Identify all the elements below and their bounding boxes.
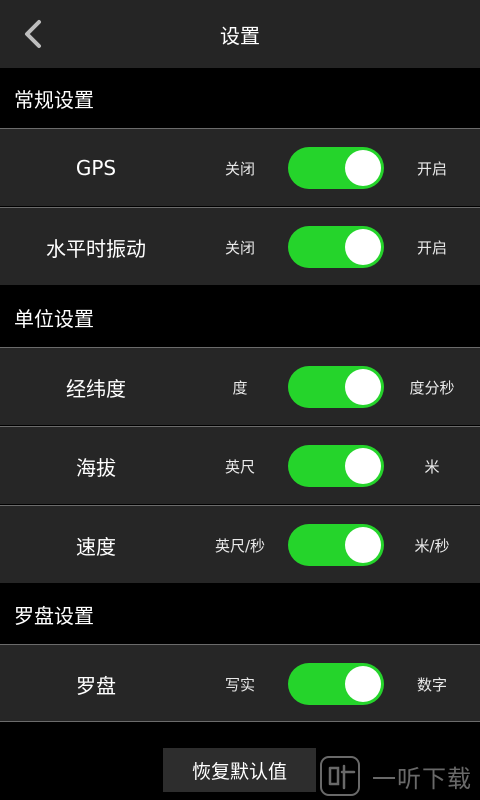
- reset-defaults-button[interactable]: 恢复默认值: [163, 748, 316, 792]
- watermark-text: 一听下载: [372, 764, 472, 793]
- option-left: 写实: [224, 675, 255, 694]
- row-label: 罗盘: [76, 673, 116, 698]
- option-on: 开启: [416, 159, 447, 178]
- row-label: 水平时振动: [46, 236, 146, 261]
- toggle-knob: [345, 369, 381, 405]
- toggle-knob: [345, 150, 381, 186]
- section-title: 罗盘设置: [14, 603, 94, 628]
- option-left: 英尺/秒: [214, 536, 266, 555]
- setting-row-gps: GPS 关闭 开启: [0, 128, 480, 206]
- toggle-knob: [345, 527, 381, 563]
- page-title: 设置: [220, 23, 260, 48]
- header-bar: 设置: [0, 0, 480, 68]
- section-title: 单位设置: [14, 306, 94, 331]
- option-right: 数字: [416, 675, 447, 694]
- section-title: 常规设置: [14, 87, 94, 112]
- altitude-toggle[interactable]: [288, 445, 384, 487]
- option-right: 度分秒: [409, 378, 455, 397]
- speed-toggle[interactable]: [288, 524, 384, 566]
- toggle-knob: [345, 229, 381, 265]
- option-right: 米: [424, 457, 440, 476]
- option-off: 关闭: [224, 238, 255, 257]
- section-units: 单位设置: [0, 287, 480, 347]
- setting-row-altitude: 海拔 英尺 米: [0, 426, 480, 504]
- option-left: 英尺: [224, 457, 255, 476]
- ting-logo-icon: [320, 756, 360, 796]
- back-button[interactable]: [12, 14, 52, 54]
- option-right: 米/秒: [414, 536, 450, 555]
- option-off: 关闭: [224, 159, 255, 178]
- setting-row-latlon: 经纬度 度 度分秒: [0, 347, 480, 425]
- toggle-knob: [345, 666, 381, 702]
- setting-row-vibration: 水平时振动 关闭 开启: [0, 207, 480, 285]
- toggle-knob: [345, 448, 381, 484]
- setting-row-speed: 速度 英尺/秒 米/秒: [0, 505, 480, 583]
- row-label: 海拔: [76, 455, 116, 480]
- option-on: 开启: [416, 238, 447, 257]
- section-general: 常规设置: [0, 68, 480, 128]
- section-compass: 罗盘设置: [0, 584, 480, 644]
- chevron-left-icon: [25, 20, 41, 48]
- row-label: 经纬度: [66, 376, 126, 401]
- vibration-toggle[interactable]: [288, 226, 384, 268]
- setting-row-compass: 罗盘 写实 数字: [0, 644, 480, 722]
- compass-toggle[interactable]: [288, 663, 384, 705]
- gps-toggle[interactable]: [288, 147, 384, 189]
- option-left: 度: [232, 378, 248, 397]
- row-label: 速度: [76, 534, 116, 559]
- watermark: 一听下载: [318, 752, 480, 800]
- row-label: GPS: [75, 156, 117, 180]
- latlon-toggle[interactable]: [288, 366, 384, 408]
